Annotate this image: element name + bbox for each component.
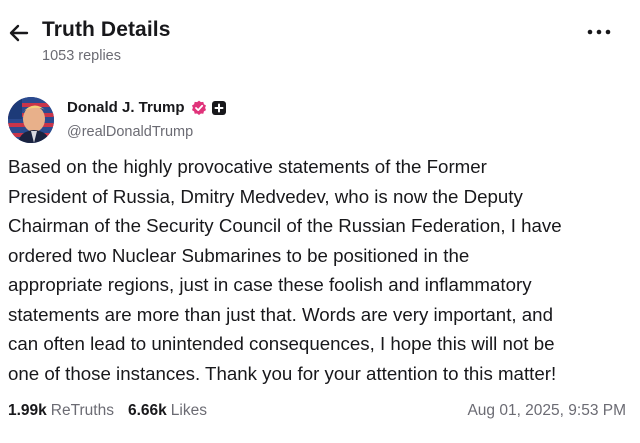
- page-header: Truth Details 1053 replies: [0, 0, 640, 76]
- author-handle[interactable]: @realDonaldTrump: [67, 124, 193, 140]
- likes-label: Likes: [170, 402, 207, 419]
- page-title: Truth Details: [42, 18, 171, 41]
- retruths-count: 1.99k: [8, 402, 47, 419]
- post-body: Based on the highly provocative statemen…: [8, 156, 562, 384]
- arrow-left-icon: [9, 24, 29, 42]
- avatar[interactable]: [8, 97, 54, 143]
- back-button[interactable]: [6, 20, 32, 46]
- retruths-stat[interactable]: 1.99k ReTruths: [8, 402, 114, 420]
- more-horizontal-icon: [587, 29, 611, 35]
- likes-count: 6.66k: [127, 402, 167, 419]
- post-author: Donald J. Trump @realDonaldTrump: [0, 92, 640, 148]
- author-name[interactable]: Donald J. Trump: [67, 99, 185, 116]
- replies-count: 1053 replies: [42, 48, 121, 64]
- likes-stat[interactable]: 6.66k Likes: [128, 402, 207, 420]
- plus-badge-icon: [211, 100, 226, 115]
- retruths-label: ReTruths: [50, 402, 114, 419]
- avatar-image: [8, 97, 54, 143]
- verified-badge-icon: [191, 100, 206, 115]
- post-stats: 1.99k ReTruths 6.66k Likes: [8, 402, 207, 420]
- author-name-row: Donald J. Trump: [67, 99, 227, 116]
- post-timestamp: Aug 01, 2025, 9:53 PM: [467, 402, 626, 419]
- more-options-button[interactable]: [584, 22, 614, 42]
